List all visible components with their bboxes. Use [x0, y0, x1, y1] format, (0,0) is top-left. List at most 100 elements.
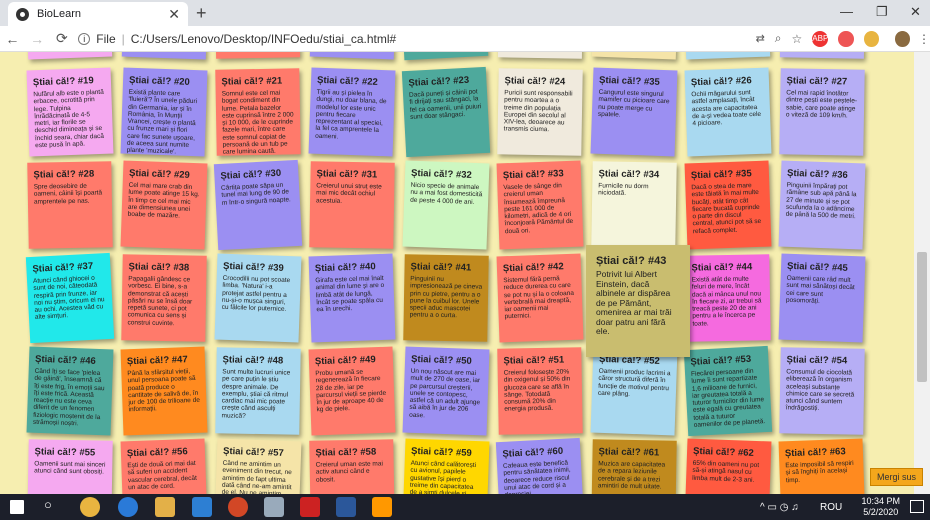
notifications-icon[interactable] [910, 500, 924, 513]
sticky-note[interactable]: Știai că!? #38 Papagalii gândesc ce vorbe… [121, 254, 207, 342]
star-icon[interactable]: ☆ [792, 32, 803, 46]
sticky-note[interactable]: Știai că!? #47 Până la sfârșitul vieții, … [120, 346, 208, 436]
sticky-note[interactable]: Știai că!? #61 Muzica are capacitatea de … [591, 439, 677, 494]
note-title: Știai că!? #41 [410, 261, 472, 274]
paint-icon[interactable] [264, 497, 284, 517]
sticky-note[interactable]: Știai că!? #30 Cârtița poate săpa un tune… [213, 159, 303, 251]
note-text: Nufărul alb este o plantă erbacee, ocrot… [33, 88, 104, 150]
new-tab-icon[interactable]: + [196, 3, 207, 24]
sticky-note[interactable]: Știai că!? #39 Crocodilii nu pot scoate l… [214, 253, 302, 343]
scroll-top-button[interactable]: Mergi sus [870, 468, 924, 486]
scrollbar[interactable] [914, 52, 930, 494]
sticky-note[interactable]: Știai că!? #27 Cel mai rapid înotător din… [779, 68, 865, 156]
sticky-note[interactable]: Știai că!? #45 Oamenii care râd mult sunt… [778, 253, 866, 343]
sublime-icon[interactable] [372, 497, 392, 517]
word-icon[interactable] [336, 497, 356, 517]
sticky-note[interactable]: Știai că!? #19 Nufărul alb este o plantă … [26, 67, 114, 157]
note-title: Știai că!? #38 [128, 261, 190, 274]
note-text: Puricii sunt responsabili pentru moartea… [503, 89, 573, 134]
extension-icon[interactable] [838, 30, 854, 47]
note-title: Știai că!? #56 [126, 446, 188, 460]
note-text: Ochii măgarului sunt astfel amplasați, î… [691, 89, 762, 128]
sticky-note[interactable]: Știai că!? #43 Potrivit lui Albert Einste… [586, 245, 690, 357]
sticky-note[interactable]: Știai că!? #62 65% din oameni nu pot să-ș… [684, 438, 772, 494]
adblock-icon[interactable]: ABP [812, 30, 828, 47]
sticky-note[interactable]: Știai că!? #41 Pinguinii nu impresionează… [403, 254, 489, 342]
browser-toolbar: ← → ⟳ i File | C:/Users/Lenovo/Desktop/I… [0, 26, 930, 52]
sticky-note[interactable]: Știai că!? #35 Cangurul este singurul mam… [590, 67, 678, 157]
sticky-note[interactable]: Știai că!? #46 Când îți se face 'pielea d… [26, 346, 114, 436]
address-bar[interactable]: i File | C:/Users/Lenovo/Desktop/INFOedu… [78, 28, 735, 50]
close-window-icon[interactable]: ✕ [910, 4, 921, 20]
sticky-note[interactable]: Știai că!? #20 Există plante care 'fluier… [120, 67, 208, 157]
search-icon[interactable]: ○ [44, 497, 64, 517]
scrollbar-thumb[interactable] [917, 252, 927, 382]
sticky-note[interactable]: Știai că!? #60 Cafeaua este benefică pent… [495, 437, 585, 494]
sticky-note[interactable]: Știai că!? #53 Fiecărei persoane din lume… [683, 345, 773, 437]
sticky-note[interactable]: Știai că!? #52 Oamenii produc lacrimi a c… [590, 346, 678, 436]
sticky-note[interactable]: Știai că!? #29 Cel mai mare crab din lume… [120, 160, 208, 250]
clock[interactable]: 10:34 PM 5/2/2020 [861, 496, 900, 518]
sticky-note[interactable]: Știai că!? #23 Dacă puneți și câinii pot … [401, 66, 491, 158]
sticky-note[interactable]: Știai că!? #44 Există atât de multe felur… [685, 254, 771, 342]
browser-tab[interactable]: BioLearn ✕ [8, 2, 188, 26]
sticky-note[interactable]: Știai că!? #56 Ești de două ori mai dat s… [120, 438, 208, 494]
note-title: Știai că!? #36 [786, 167, 848, 181]
sticky-note[interactable]: Știai că!? #40 Girafa este cel mai înalt … [308, 253, 396, 343]
pdf-icon[interactable] [300, 497, 320, 517]
minimize-icon[interactable]: — [840, 4, 853, 19]
forward-icon[interactable]: → [25, 31, 50, 47]
sticky-note[interactable]: Știai că!? #48 Sunt multe lucruri unice p… [215, 347, 301, 435]
sticky-note[interactable]: Știai că!? #58 Creierul uman este mai act… [309, 439, 395, 494]
zoom-icon[interactable]: ⌕ [775, 31, 782, 46]
note-text: Când îți se face 'pielea de găină', înse… [32, 367, 105, 428]
back-icon[interactable]: ← [0, 31, 25, 47]
sticky-note[interactable]: Știai că!? #37 Atunci când ghiocei o sunt… [25, 252, 115, 344]
sticky-note[interactable]: Știai că!? #35 Dacă o stea de mare este t… [684, 160, 772, 250]
chrome-icon[interactable] [80, 497, 100, 517]
files-icon[interactable] [155, 497, 175, 517]
note-title: Știai că!? #46 [34, 353, 96, 367]
reload-icon[interactable]: ⟳ [50, 30, 75, 47]
sticky-note[interactable]: Știai că!? #22 Tigrii au și pielea în dun… [308, 67, 396, 157]
language-indicator[interactable]: ROU [820, 502, 842, 513]
extension2-icon[interactable] [863, 30, 879, 47]
translate-icon[interactable]: ⇄ [756, 32, 765, 45]
sticky-note[interactable]: Știai că!? #36 Pinguinii împărați pot răm… [778, 160, 866, 250]
windows-start-icon[interactable] [10, 500, 24, 514]
tray-icons[interactable]: ^ ▭ ◷ ♫ [760, 502, 799, 513]
store-icon[interactable] [192, 497, 212, 517]
sticky-note[interactable]: Știai că!? #57 Când ne amintim un evenime… [214, 438, 302, 494]
note-title: Știai că!? #51 [503, 354, 565, 367]
note-title: Știai că!? #60 [502, 445, 564, 460]
sticky-note[interactable]: Știai că!? #21 Somnul este cel mai bogat … [215, 68, 301, 156]
close-tab-icon[interactable]: ✕ [168, 6, 180, 23]
note-text: Există atât de multe feluri de mere, înc… [691, 275, 762, 328]
sticky-note[interactable]: Știai că!? #24 Puricii sunt responsabili … [497, 68, 583, 156]
powerpoint-icon[interactable] [228, 497, 248, 517]
sticky-note[interactable]: Știai că!? #63 Este imposibil să respiri … [778, 438, 866, 494]
sticky-note[interactable]: Știai că!? #33 Vasele de sânge din creier… [496, 160, 584, 250]
note-title: Știai că!? #58 [315, 446, 377, 459]
note-title: Știai că!? #43 [596, 255, 667, 267]
sticky-note[interactable]: Știai că!? #55 Oamenii sunt mai sinceri a… [27, 439, 113, 494]
menu-icon[interactable]: ⋮ [918, 32, 930, 46]
note-text: Somnul este cel mai bogat condiment din … [221, 89, 294, 156]
edge-icon[interactable] [118, 497, 138, 517]
sticky-note[interactable]: Știai că!? #28 Spre deosebire de oameni, … [27, 161, 113, 249]
sticky-note[interactable]: Știai că!? #49 Probu umană se regenerează… [308, 346, 396, 436]
info-icon[interactable]: i [78, 32, 91, 45]
sticky-note[interactable]: Știai că!? #51 Creierul folosește 20% din… [497, 347, 583, 435]
clock-time: 10:34 PM [861, 496, 900, 506]
profile-avatar[interactable] [894, 30, 910, 47]
sticky-note[interactable]: Știai că!? #32 Nicio specie de animale nu… [402, 160, 490, 250]
sticky-note[interactable]: Știai că!? #26 Ochii măgarului sunt astfe… [684, 67, 772, 157]
maximize-icon[interactable]: ❐ [876, 4, 888, 20]
sticky-note[interactable]: Știai că!? #31 Creierul unui struț este m… [309, 161, 395, 249]
tab-strip: BioLearn ✕ + — ❐ ✕ [0, 0, 930, 26]
sticky-note[interactable]: Știai că!? #34 Furnicile nu dorm niciodat… [591, 161, 677, 249]
sticky-note[interactable]: Știai că!? #42 Sistemul fără pernă reduce… [496, 253, 584, 343]
sticky-note[interactable]: Știai că!? #54 Consumul de ciocolată elib… [779, 347, 865, 435]
sticky-note[interactable]: Știai că!? #59 Atunci când calătorești cu… [402, 438, 490, 494]
sticky-note[interactable]: Știai că!? #50 Un nou născut are mai mult… [402, 346, 490, 436]
